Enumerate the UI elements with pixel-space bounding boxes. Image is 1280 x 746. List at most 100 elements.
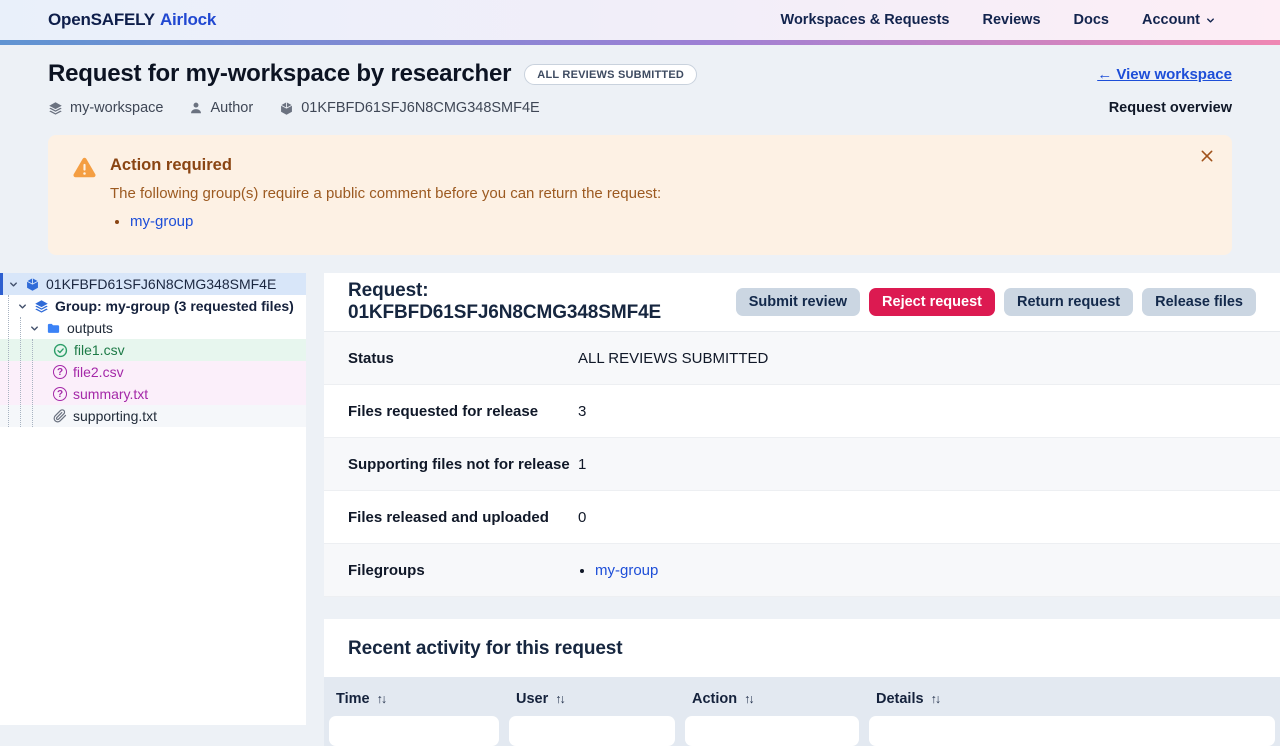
column-label: Details xyxy=(876,691,924,708)
column-label: Time xyxy=(336,691,370,708)
detail-label: Status xyxy=(348,349,394,367)
activity-filter-row xyxy=(324,714,1280,746)
layers-icon xyxy=(34,299,49,314)
tree-file-label: file2.csv xyxy=(73,364,124,381)
tree-node-request[interactable]: 01KFBFD61SFJ6N8CMG348SMF4E xyxy=(0,273,306,296)
submit-review-button[interactable]: Submit review xyxy=(735,288,861,317)
meta-request-id: 01KFBFD61SFJ6N8CMG348SMF4E xyxy=(279,100,540,116)
tree-node-group[interactable]: Group: my-group (3 requested files) xyxy=(0,295,306,317)
detail-value: 0 xyxy=(578,508,587,526)
folder-icon xyxy=(46,321,61,336)
detail-label: Files requested for release xyxy=(348,402,539,420)
question-circle-icon: ? xyxy=(53,387,67,402)
reject-request-button[interactable]: Reject request xyxy=(869,288,995,317)
main-panel: Request: 01KFBFD61SFJ6N8CMG348SMF4E Subm… xyxy=(324,273,1280,746)
view-workspace-link[interactable]: ← View workspace xyxy=(1097,66,1232,83)
tree-node-folder-outputs[interactable]: outputs xyxy=(0,317,306,339)
sort-icon: ↑↓ xyxy=(930,692,941,707)
detail-value: my-group xyxy=(578,562,658,579)
package-icon xyxy=(25,277,40,292)
tree-folder-label: outputs xyxy=(67,320,113,337)
time-filter-input[interactable] xyxy=(329,716,499,746)
detail-value: 1 xyxy=(578,455,587,473)
alert-message: The following group(s) require a public … xyxy=(110,185,662,202)
content-area: 01KFBFD61SFJ6N8CMG348SMF4E Group: my-gro… xyxy=(0,273,1280,746)
request-details-table: Status ALL REVIEWS SUBMITTED Files reque… xyxy=(324,332,1280,598)
nav-docs[interactable]: Docs xyxy=(1074,12,1109,28)
tree-file-file2[interactable]: ? file2.csv xyxy=(0,361,306,384)
alert-title: Action required xyxy=(110,156,232,174)
user-icon xyxy=(189,101,203,115)
chevron-down-icon xyxy=(8,279,19,290)
chevron-down-icon xyxy=(17,301,28,312)
tree-file-summary[interactable]: ? summary.txt xyxy=(0,383,306,406)
tree-file-label: file1.csv xyxy=(74,342,125,359)
column-label: Action xyxy=(692,691,738,708)
sort-icon: ↑↓ xyxy=(376,692,387,707)
meta-workspace: my-workspace xyxy=(48,100,163,116)
file-tree-sidebar: 01KFBFD61SFJ6N8CMG348SMF4E Group: my-gro… xyxy=(0,273,306,726)
request-overview-label: Request overview xyxy=(1108,100,1232,116)
tree-file-supporting[interactable]: supporting.txt xyxy=(0,405,306,428)
return-request-button[interactable]: Return request xyxy=(1003,288,1134,317)
request-card-title: Request: 01KFBFD61SFJ6N8CMG348SMF4E xyxy=(348,280,662,324)
column-header-time[interactable]: Time ↑↓ xyxy=(324,686,504,714)
layers-icon xyxy=(48,101,63,116)
request-overview-card: Request: 01KFBFD61SFJ6N8CMG348SMF4E Subm… xyxy=(324,273,1280,598)
tree-file-file1[interactable]: file1.csv xyxy=(0,339,306,362)
column-header-details[interactable]: Details ↑↓ xyxy=(864,686,1280,714)
detail-row-supporting-files: Supporting files not for release 1 xyxy=(324,438,1280,492)
meta-author-label: Author xyxy=(210,100,254,116)
paperclip-icon xyxy=(53,409,67,423)
close-icon xyxy=(1199,148,1215,164)
request-actions: Submit review Reject request Return requ… xyxy=(735,288,1256,317)
nav-links: Workspaces & Requests Reviews Docs Accou… xyxy=(781,12,1216,28)
alert-body: Action required The following group(s) r… xyxy=(110,156,661,233)
brand-logo[interactable]: OpenSAFELY Airlock xyxy=(48,10,216,30)
filegroup-link[interactable]: my-group xyxy=(595,562,658,579)
nav-account-menu[interactable]: Account xyxy=(1142,12,1216,28)
detail-row-filegroups: Filegroups my-group xyxy=(324,544,1280,598)
nav-account-label: Account xyxy=(1142,12,1200,28)
tree-group-label: Group: my-group (3 requested files) xyxy=(55,298,294,315)
chevron-down-icon xyxy=(29,323,40,334)
top-navbar: OpenSAFELY Airlock Workspaces & Requests … xyxy=(0,0,1280,40)
user-filter-input[interactable] xyxy=(509,716,675,746)
meta-author: Author xyxy=(189,100,253,116)
package-icon xyxy=(279,101,294,116)
activity-table-header: Time ↑↓ User ↑↓ Action ↑↓ Details ↑↓ xyxy=(324,677,1280,746)
detail-row-files-released: Files released and uploaded 0 xyxy=(324,491,1280,545)
detail-label: Supporting files not for release xyxy=(348,455,570,473)
action-filter-input[interactable] xyxy=(685,716,859,746)
alert-close-button[interactable] xyxy=(1195,144,1219,168)
tree-file-label: summary.txt xyxy=(73,386,149,403)
nav-workspaces-requests[interactable]: Workspaces & Requests xyxy=(781,12,950,28)
recent-activity-title: Recent activity for this request xyxy=(348,638,623,660)
detail-label: Filegroups xyxy=(348,561,425,579)
detail-row-status: Status ALL REVIEWS SUBMITTED xyxy=(324,332,1280,386)
warning-icon xyxy=(72,155,97,233)
question-circle-icon: ? xyxy=(53,365,67,380)
column-header-user[interactable]: User ↑↓ xyxy=(504,686,680,714)
chevron-down-icon xyxy=(1205,15,1216,26)
sort-icon: ↑↓ xyxy=(744,692,754,707)
detail-value: 3 xyxy=(578,402,587,420)
action-required-alert: Action required The following group(s) r… xyxy=(48,135,1232,256)
alert-group-list: my-group xyxy=(110,210,661,233)
detail-row-files-requested: Files requested for release 3 xyxy=(324,385,1280,439)
brand-airlock: Airlock xyxy=(159,10,217,29)
file-tree: 01KFBFD61SFJ6N8CMG348SMF4E Group: my-gro… xyxy=(0,273,306,428)
tree-request-label: 01KFBFD61SFJ6N8CMG348SMF4E xyxy=(46,276,277,293)
column-header-action[interactable]: Action ↑↓ xyxy=(680,686,864,714)
meta-workspace-label: my-workspace xyxy=(70,100,164,116)
status-badge: ALL REVIEWS SUBMITTED xyxy=(524,63,698,85)
alert-group-link[interactable]: my-group xyxy=(130,213,193,230)
tree-file-label: supporting.txt xyxy=(73,408,158,425)
nav-reviews[interactable]: Reviews xyxy=(982,12,1040,28)
release-files-button[interactable]: Release files xyxy=(1142,288,1256,317)
meta-request-id-label: 01KFBFD61SFJ6N8CMG348SMF4E xyxy=(301,100,540,116)
details-filter-input[interactable] xyxy=(869,716,1275,746)
detail-label: Files released and uploaded xyxy=(348,508,549,526)
recent-activity-card: Recent activity for this request Time ↑↓… xyxy=(324,619,1280,746)
alert-group-item: my-group xyxy=(130,210,661,233)
